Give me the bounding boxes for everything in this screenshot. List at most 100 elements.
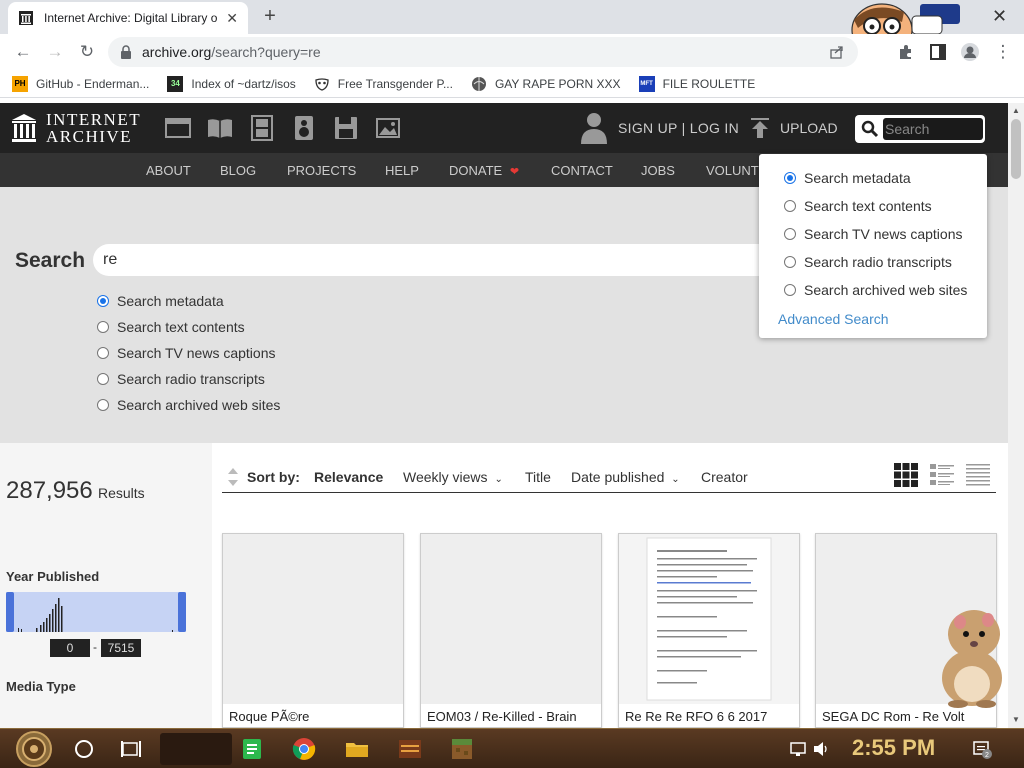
bookmark-item[interactable]: GAY RAPE PORN XXX — [471, 76, 621, 92]
header-search-input[interactable]: Search — [883, 118, 983, 140]
sort-creator[interactable]: Creator — [701, 469, 748, 485]
dropdown-option-text[interactable]: Search text contents — [784, 198, 932, 214]
bookmark-item[interactable]: 34 Index of ~dartz/isos — [167, 75, 296, 92]
bookmark-item[interactable]: Free Transgender P... — [314, 76, 453, 92]
option-search-web[interactable]: Search archived web sites — [97, 397, 280, 413]
images-icon[interactable] — [375, 115, 401, 141]
scroll-down-icon[interactable]: ▼ — [1012, 715, 1020, 724]
sort-title[interactable]: Title — [525, 469, 551, 485]
result-card[interactable]: Re Re Re RFO 6 6 2017 — [618, 533, 800, 728]
share-icon[interactable] — [830, 45, 844, 59]
radio-button[interactable] — [97, 399, 109, 411]
compact-list-view-icon[interactable] — [966, 463, 990, 487]
taskbar-clock[interactable]: 2:55 PM — [852, 735, 935, 761]
browser-menu-icon[interactable]: ⋮ — [992, 41, 1014, 63]
card-title[interactable]: EOM03 / Re-Killed - Brain — [427, 709, 599, 724]
nav-contact[interactable]: CONTACT — [551, 163, 613, 178]
nav-projects[interactable]: PROJECTS — [287, 163, 356, 178]
cortana-circle-icon[interactable] — [72, 737, 96, 761]
video-film-icon[interactable] — [249, 115, 275, 141]
forward-arrow-icon[interactable]: → — [44, 41, 66, 63]
card-title[interactable]: SEGA DC Rom - Re Volt — [822, 709, 994, 724]
card-title[interactable]: Roque PÃ©re — [229, 709, 401, 724]
bookmark-item[interactable]: MFT FILE ROULETTE — [638, 75, 755, 92]
dropdown-option-tv[interactable]: Search TV news captions — [784, 226, 963, 242]
radio-button[interactable] — [97, 295, 109, 307]
new-tab-button[interactable]: + — [260, 6, 280, 26]
result-card[interactable]: Roque PÃ©re — [222, 533, 404, 728]
tile-view-icon[interactable] — [894, 463, 918, 487]
upload-link[interactable]: UPLOAD — [780, 120, 838, 136]
task-view-icon[interactable] — [119, 737, 143, 761]
nav-about[interactable]: ABOUT — [146, 163, 191, 178]
dropdown-option-radio[interactable]: Search radio transcripts — [784, 254, 952, 270]
file-explorer-icon[interactable] — [345, 737, 369, 761]
card-title[interactable]: Re Re Re RFO 6 6 2017 — [625, 709, 797, 724]
year-max-input[interactable]: 7515 — [101, 639, 141, 657]
radio-button[interactable] — [784, 228, 796, 240]
network-icon[interactable] — [790, 737, 808, 761]
advanced-search-link[interactable]: Advanced Search — [778, 311, 889, 327]
nav-blog[interactable]: BLOG — [220, 163, 256, 178]
profile-avatar-icon[interactable] — [960, 42, 980, 62]
radio-button[interactable] — [784, 172, 796, 184]
window-close-icon[interactable]: ✕ — [992, 6, 1007, 27]
dropdown-option-metadata[interactable]: Search metadata — [784, 170, 911, 186]
ia-logo[interactable]: INTERNET ARCHIVE — [10, 111, 141, 145]
notes-app-icon[interactable] — [240, 737, 264, 761]
page-scrollbar[interactable]: ▲ ▼ — [1008, 103, 1024, 728]
sort-option-label: Date published — [571, 469, 665, 485]
audio-speaker-icon[interactable] — [291, 115, 317, 141]
radio-button[interactable] — [784, 256, 796, 268]
back-arrow-icon[interactable]: ← — [12, 41, 34, 63]
dropdown-option-web[interactable]: Search archived web sites — [784, 282, 967, 298]
nav-jobs[interactable]: JOBS — [641, 163, 675, 178]
address-bar[interactable]: archive.org/search?query=re — [108, 37, 858, 67]
search-icon[interactable] — [861, 120, 879, 138]
minecraft-block-icon[interactable] — [450, 737, 474, 761]
sort-date-published[interactable]: Date published ⌄ — [571, 469, 680, 485]
archive-app-icon[interactable] — [398, 737, 422, 761]
nav-help[interactable]: HELP — [385, 163, 419, 178]
user-icon[interactable] — [580, 111, 608, 145]
year-min-input[interactable]: 0 — [50, 639, 90, 657]
notification-center-icon[interactable]: 2 — [972, 739, 992, 759]
start-gear-icon[interactable] — [8, 730, 60, 768]
scroll-up-icon[interactable]: ▲ — [1012, 106, 1020, 115]
radio-button[interactable] — [97, 373, 109, 385]
option-search-metadata[interactable]: Search metadata — [97, 293, 224, 309]
volume-icon[interactable] — [812, 737, 830, 761]
extensions-puzzle-icon[interactable] — [896, 42, 916, 62]
sort-weekly-views[interactable]: Weekly views ⌄ — [403, 469, 503, 485]
list-detail-view-icon[interactable] — [930, 463, 954, 487]
sort-relevance[interactable]: Relevance — [314, 469, 383, 485]
software-floppy-icon[interactable] — [333, 115, 359, 141]
web-icon[interactable] — [165, 115, 191, 141]
texts-book-icon[interactable] — [207, 115, 233, 141]
radio-button[interactable] — [784, 200, 796, 212]
mask-icon — [315, 77, 329, 91]
side-panel-icon[interactable] — [928, 42, 948, 62]
nav-donate[interactable]: DONATE ❤ — [449, 163, 519, 178]
upload-icon[interactable] — [750, 117, 770, 139]
tab-close-icon[interactable]: ✕ — [226, 10, 238, 27]
option-search-text[interactable]: Search text contents — [97, 319, 245, 335]
browser-tab[interactable]: Internet Archive: Digital Library o ✕ — [8, 2, 248, 34]
radio-button[interactable] — [97, 347, 109, 359]
year-histogram[interactable] — [6, 592, 186, 632]
radio-button[interactable] — [784, 284, 796, 296]
chrome-icon[interactable] — [292, 737, 316, 761]
main-search-input[interactable]: re — [93, 244, 793, 276]
bookmark-item[interactable]: PH GitHub - Enderman... — [12, 75, 149, 92]
option-search-tv[interactable]: Search TV news captions — [97, 345, 276, 361]
radio-button[interactable] — [97, 321, 109, 333]
option-search-radio[interactable]: Search radio transcripts — [97, 371, 265, 387]
header-search-box[interactable]: Search — [855, 115, 985, 143]
reload-icon[interactable]: ↻ — [76, 41, 98, 63]
archive-building-icon — [12, 114, 36, 142]
tab-title: Internet Archive: Digital Library o — [44, 11, 218, 25]
scrollbar-thumb[interactable] — [1011, 119, 1021, 179]
signup-login-link[interactable]: SIGN UP | LOG IN — [618, 120, 739, 136]
card-thumbnail — [619, 534, 799, 704]
result-card[interactable]: EOM03 / Re-Killed - Brain — [420, 533, 602, 728]
